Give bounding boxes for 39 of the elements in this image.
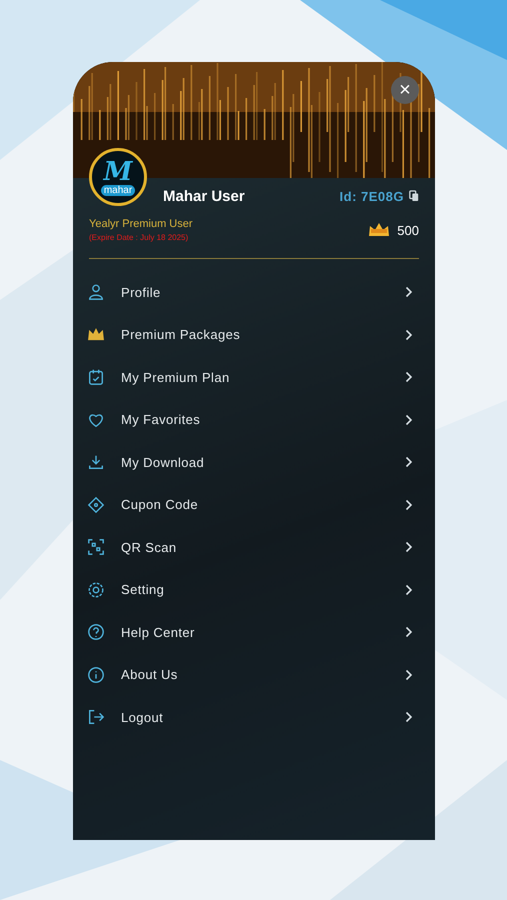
info-icon	[87, 666, 105, 684]
expiry-date: (Expire Date : July 18 2025)	[89, 233, 190, 242]
chevron-icon	[405, 711, 413, 724]
help-icon	[87, 623, 105, 642]
profile-icon	[87, 283, 105, 302]
clipboard-check-icon	[87, 368, 105, 386]
chevron-icon	[405, 498, 413, 511]
ticket-icon	[87, 496, 105, 514]
user-id: Id: 7E08G	[340, 188, 404, 204]
chevron-icon	[405, 414, 413, 426]
menu-item[interactable]: My Favorites	[87, 398, 419, 441]
menu-item[interactable]: Setting	[87, 568, 419, 611]
download-icon	[87, 453, 105, 472]
plan-label: Yealyr Premium User	[89, 218, 193, 230]
chevron-icon	[405, 541, 413, 554]
chevron-icon	[405, 584, 413, 596]
settings-icon	[87, 580, 105, 599]
menu-item[interactable]: Help Center	[87, 611, 419, 654]
logout-icon	[87, 708, 105, 726]
chevron-icon	[405, 328, 413, 341]
menu-item[interactable]: My Premium Plan	[87, 356, 419, 398]
chevron-icon	[405, 668, 413, 681]
user-name: Mahar User	[163, 188, 245, 204]
menu-item[interactable]: Cupon Code	[87, 484, 419, 526]
menu-item[interactable]: About Us	[87, 654, 419, 696]
qr-scan-icon	[87, 538, 105, 556]
menu-item[interactable]: Profile	[87, 271, 419, 314]
chevron-icon	[405, 626, 413, 638]
chevron-icon	[405, 371, 413, 384]
coin-count: 500	[397, 222, 419, 238]
menu-item[interactable]: Premium Packages	[87, 314, 419, 356]
copy-icon[interactable]	[409, 190, 419, 202]
chevron-icon	[405, 456, 413, 468]
chevron-icon	[405, 286, 413, 298]
menu-item[interactable]: Logout	[87, 696, 419, 738]
menu-item[interactable]: QR Scan	[87, 526, 419, 568]
logo: M mahar	[89, 148, 147, 206]
menu-item[interactable]: My Download	[87, 441, 419, 484]
crown-badge-icon	[367, 222, 392, 238]
